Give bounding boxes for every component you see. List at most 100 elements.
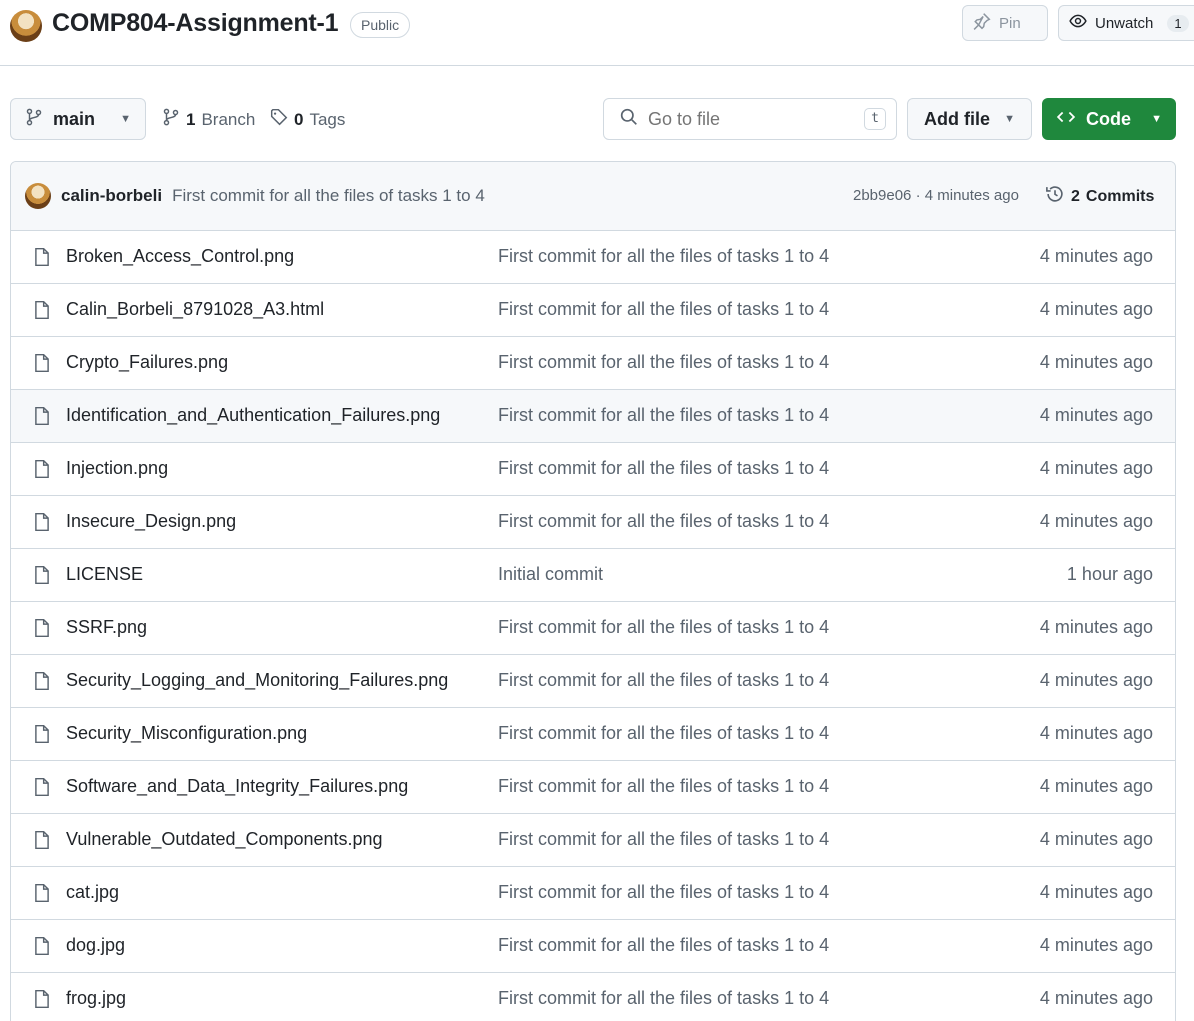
file-row[interactable]: Security_Misconfiguration.png First commi… [11,708,1175,761]
tags-link[interactable]: 0 Tags [270,108,345,131]
commits-label: Commits [1085,187,1155,205]
file-name-link[interactable]: Injection.png [66,458,168,479]
file-name-link[interactable]: SSRF.png [66,617,147,638]
file-row[interactable]: Injection.png First commit for all the fi… [11,443,1175,496]
file-commit-message[interactable]: First commit for all the files of tasks … [498,458,829,479]
pin-icon [973,12,991,34]
file-row[interactable]: Identification_and_Authentication_Failur… [11,390,1175,443]
file-commit-time: 4 minutes ago [1039,246,1153,266]
tags-label: Tags [309,109,346,129]
file-row[interactable]: frog.jpg First commit for all the files o… [11,973,1175,1021]
file-name-link[interactable]: Broken_Access_Control.png [66,246,294,267]
file-name-link[interactable]: cat.jpg [66,882,119,903]
file-icon [33,724,51,744]
git-branch-icon [25,108,43,131]
file-icon [33,300,51,320]
file-row[interactable]: Software_and_Data_Integrity_Failures.png… [11,761,1175,814]
file-commit-message[interactable]: First commit for all the files of tasks … [498,935,829,956]
go-to-file-search[interactable]: t [603,98,897,140]
file-commit-time: 4 minutes ago [1039,776,1153,796]
file-row[interactable]: Broken_Access_Control.png First commit fo… [11,231,1175,284]
unwatch-button[interactable]: Unwatch 1 [1058,5,1194,41]
file-commit-message[interactable]: First commit for all the files of tasks … [498,882,829,903]
file-row[interactable]: SSRF.png First commit for all the files o… [11,602,1175,655]
file-row[interactable]: dog.jpg First commit for all the files of… [11,920,1175,973]
repo-toolbar: main ▼ 1 Branch 0 Tags t Add file ▼ Code… [0,98,1194,140]
eye-icon [1069,12,1087,34]
branches-link[interactable]: 1 Branch [162,108,255,131]
file-commit-message[interactable]: First commit for all the files of tasks … [498,829,829,850]
file-name-link[interactable]: Software_and_Data_Integrity_Failures.png [66,776,408,797]
file-icon [33,406,51,426]
file-commit-time: 1 hour ago [1066,564,1153,584]
file-name-link[interactable]: Identification_and_Authentication_Failur… [66,405,440,426]
file-row[interactable]: Calin_Borbeli_8791028_A3.html First commi… [11,284,1175,337]
branch-selector[interactable]: main ▼ [10,98,146,140]
file-commit-message[interactable]: First commit for all the files of tasks … [498,246,829,267]
file-commit-message[interactable]: First commit for all the files of tasks … [498,299,829,320]
branch-name: main [53,108,96,129]
file-row[interactable]: Insecure_Design.png First commit for all … [11,496,1175,549]
file-row[interactable]: Security_Logging_and_Monitoring_Failures… [11,655,1175,708]
commit-author[interactable]: calin-borbeli [61,186,162,206]
file-commit-time: 4 minutes ago [1039,670,1153,690]
avatar[interactable] [25,183,51,209]
file-commit-time: 4 minutes ago [1039,617,1153,637]
file-icon [33,777,51,797]
file-row[interactable]: Crypto_Failures.png First commit for all … [11,337,1175,390]
file-commit-time: 4 minutes ago [1039,458,1153,478]
file-list: Broken_Access_Control.png First commit fo… [11,231,1175,1021]
latest-commit-bar: calin-borbeli First commit for all the f… [11,162,1175,231]
git-branch-icon [162,108,180,131]
file-name-link[interactable]: Security_Misconfiguration.png [66,723,307,744]
file-icon [33,618,51,638]
file-commit-message[interactable]: First commit for all the files of tasks … [498,405,829,426]
file-commit-message[interactable]: First commit for all the files of tasks … [498,352,829,373]
watch-count: 1 [1167,14,1189,32]
add-file-button[interactable]: Add file ▼ [907,98,1032,140]
visibility-badge: Public [350,12,411,38]
go-to-file-input[interactable] [648,108,848,130]
file-commit-time: 4 minutes ago [1039,723,1153,743]
add-file-label: Add file [924,108,990,129]
file-icon [33,565,51,585]
commit-hash-time[interactable]: 2bb9e06 · 4 minutes ago [853,187,1019,204]
file-icon [33,459,51,479]
file-commit-time: 4 minutes ago [1039,299,1153,319]
file-row[interactable]: LICENSE Initial commit 1 hour ago [11,549,1175,602]
file-icon [33,989,51,1009]
tag-icon [270,108,288,131]
file-row[interactable]: cat.jpg First commit for all the files of… [11,867,1175,920]
commits-history-link[interactable]: 2 Commits [1045,184,1154,209]
file-icon [33,671,51,691]
file-name-link[interactable]: Vulnerable_Outdated_Components.png [66,829,383,850]
file-commit-message[interactable]: First commit for all the files of tasks … [498,617,829,638]
code-button[interactable]: Code ▼ [1042,98,1176,140]
file-commit-time: 4 minutes ago [1039,935,1153,955]
file-name-link[interactable]: LICENSE [66,564,143,585]
file-browser: calin-borbeli First commit for all the f… [10,161,1176,1021]
file-commit-message[interactable]: Initial commit [498,564,603,585]
file-row[interactable]: Vulnerable_Outdated_Components.png First … [11,814,1175,867]
commit-message[interactable]: First commit for all the files of tasks … [172,186,485,206]
branches-label: Branch [201,109,256,129]
file-commit-message[interactable]: First commit for all the files of tasks … [498,988,829,1009]
file-commit-message[interactable]: First commit for all the files of tasks … [498,670,829,691]
file-commit-message[interactable]: First commit for all the files of tasks … [498,511,829,532]
repo-title[interactable]: COMP804-Assignment-1 [52,9,339,38]
repo-owner-avatar[interactable] [10,10,42,42]
file-commit-message[interactable]: First commit for all the files of tasks … [498,723,829,744]
file-name-link[interactable]: frog.jpg [66,988,126,1009]
file-commit-time: 4 minutes ago [1039,405,1153,425]
file-name-link[interactable]: Crypto_Failures.png [66,352,228,373]
file-icon [33,936,51,956]
file-name-link[interactable]: Insecure_Design.png [66,511,236,532]
branches-count: 1 [186,109,196,129]
file-commit-message[interactable]: First commit for all the files of tasks … [498,776,829,797]
file-name-link[interactable]: Calin_Borbeli_8791028_A3.html [66,299,324,320]
file-icon [33,830,51,850]
file-name-link[interactable]: dog.jpg [66,935,125,956]
pin-button[interactable]: Pin [962,5,1048,41]
pin-label: Pin [999,14,1021,32]
file-name-link[interactable]: Security_Logging_and_Monitoring_Failures… [66,670,448,691]
